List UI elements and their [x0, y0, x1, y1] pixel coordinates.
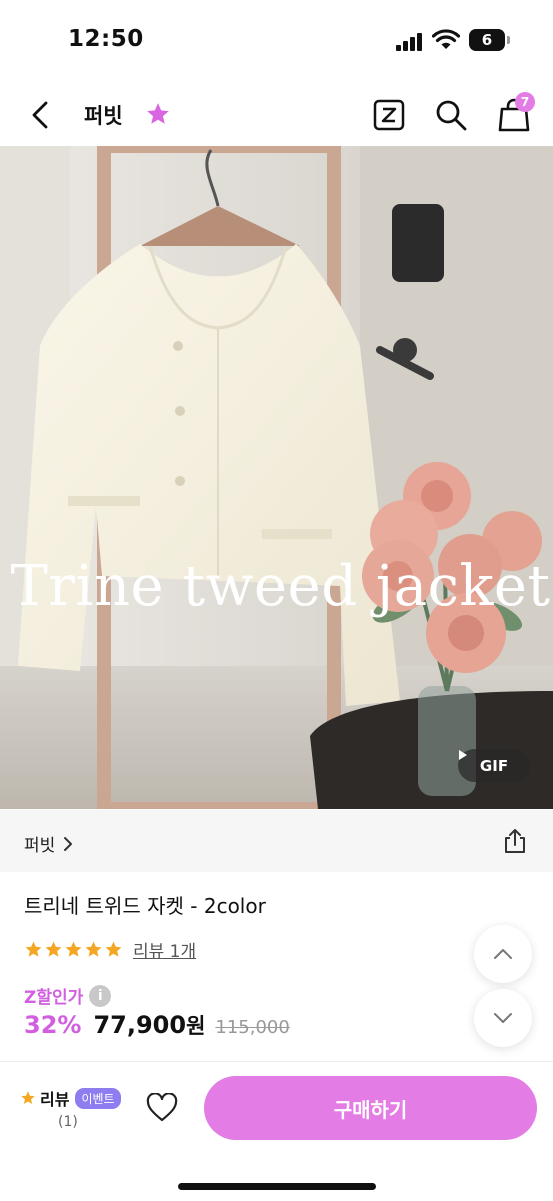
status-time: 12:50: [68, 26, 144, 52]
status-bar: 12:50 6: [0, 0, 553, 84]
star-icon: [85, 941, 102, 957]
back-button[interactable]: [24, 98, 56, 132]
currency-unit: 원: [186, 1014, 206, 1038]
shop-link-label: 퍼빗: [24, 836, 56, 856]
bottom-action-bar: 리뷰 이벤트 (1) 구매하기: [0, 1061, 553, 1201]
discount-rate: 32%: [24, 1011, 82, 1039]
rating-row: 리뷰 1개: [24, 937, 196, 962]
product-hero-image[interactable]: Trine tweed jacket GIF: [0, 146, 553, 809]
play-icon: [459, 750, 467, 760]
nav-shop-name[interactable]: 퍼빗: [84, 100, 123, 130]
rating-stars: [24, 940, 123, 959]
hero-photo: [0, 146, 553, 809]
nav-bar: 퍼빗: [0, 84, 553, 146]
review-tab[interactable]: 리뷰 이벤트: [20, 1086, 121, 1110]
z-logo-icon[interactable]: [373, 99, 405, 131]
sale-price: 77,900: [93, 1011, 187, 1039]
star-icon: [65, 941, 82, 957]
chevron-up-icon: [494, 949, 512, 959]
star-icon: [45, 941, 62, 957]
star-icon: [21, 1091, 35, 1104]
battery-cap: [507, 36, 510, 44]
cart-count-badge: 7: [515, 92, 535, 112]
signal-icon: [396, 33, 422, 51]
gif-badge[interactable]: GIF: [458, 749, 530, 782]
battery-indicator: 6: [469, 29, 505, 51]
review-count-link[interactable]: 리뷰 1개: [133, 937, 196, 962]
scroll-down-button[interactable]: [474, 989, 532, 1047]
original-price: 115,000: [215, 1017, 290, 1038]
discount-label: Z할인가 i: [24, 983, 112, 1008]
scroll-up-button[interactable]: [474, 925, 532, 983]
back-arrow-icon: [32, 101, 48, 129]
share-icon[interactable]: [501, 827, 529, 855]
product-title: 트리네 트위드 자켓 - 2color: [24, 894, 266, 918]
review-count: (1): [58, 1114, 78, 1130]
search-icon[interactable]: [434, 98, 468, 132]
heart-icon[interactable]: [146, 1093, 178, 1123]
info-icon[interactable]: i: [89, 984, 112, 1007]
chevron-right-icon: [64, 836, 73, 851]
price-row: 32% 77,900 원 115,000: [24, 1010, 290, 1040]
star-icon: [105, 941, 122, 957]
wifi-icon: [432, 29, 460, 49]
hero-overlay-title: Trine tweed jacket: [10, 554, 551, 619]
shop-link[interactable]: 퍼빗: [24, 831, 73, 856]
event-badge: 이벤트: [75, 1087, 121, 1109]
star-icon: [25, 941, 42, 957]
gif-badge-label: GIF: [479, 756, 509, 775]
buy-button[interactable]: 구매하기: [204, 1076, 537, 1140]
home-indicator: [178, 1183, 376, 1190]
chevron-down-icon: [494, 1013, 512, 1023]
star-icon[interactable]: [145, 101, 171, 127]
review-tab-label: 리뷰: [40, 1090, 70, 1109]
discount-label-text: Z할인가: [24, 988, 84, 1008]
shop-info-row: 퍼빗: [0, 810, 553, 872]
